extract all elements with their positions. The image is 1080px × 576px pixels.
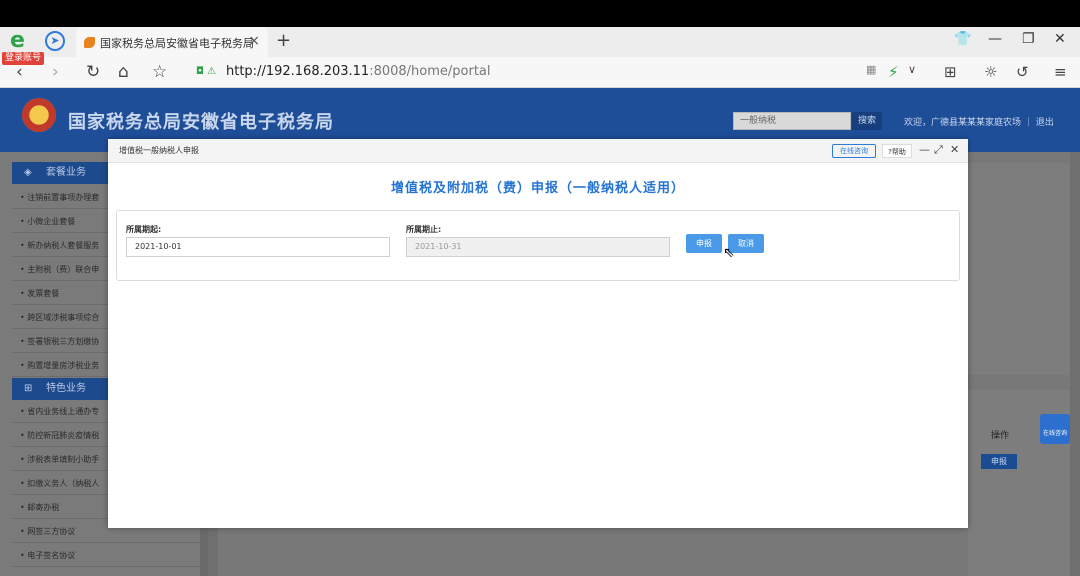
- navigation-icon[interactable]: ➤: [45, 31, 65, 51]
- background-panel: [968, 163, 1070, 375]
- sidebar-item-label: 发票套餐: [27, 289, 60, 298]
- os-top-strip: [0, 0, 1080, 27]
- modal-heading: 增值税及附加税（费）申报（一般纳税人适用）: [390, 181, 685, 196]
- online-consult-button[interactable]: 在线咨询: [832, 144, 876, 158]
- sidebar-item-label: 省内业务线上通办专: [27, 407, 100, 416]
- help-button[interactable]: ?帮助: [882, 144, 912, 158]
- tab-close-icon[interactable]: ×: [248, 33, 260, 49]
- sidebar-item-label: 注销前置事项办理套: [27, 193, 100, 202]
- browser-addressbar: ‹ › ↻ ⌂ ☆ ◘ ⚠ http://192.168.203.11:8008…: [0, 57, 1080, 88]
- sidebar-item-label: 小微企业套餐: [27, 217, 76, 226]
- layers-icon: ◈: [24, 167, 32, 178]
- mouse-cursor-icon: ⇖: [723, 245, 735, 261]
- modal-close-icon[interactable]: ✕: [950, 143, 959, 156]
- url-path: :8008/home/portal: [369, 64, 491, 79]
- sidebar-item-label: 邮寄办税: [27, 503, 60, 512]
- apps-grid-icon[interactable]: ⊞: [944, 63, 957, 81]
- menu-icon[interactable]: ≡: [1054, 63, 1067, 81]
- grid-icon: ⊞: [24, 383, 33, 394]
- brightness-icon[interactable]: ☼: [984, 63, 997, 81]
- period-start-label: 所属期起:: [126, 225, 162, 234]
- modal-title: 增值税一般纳税人申报: [119, 146, 199, 155]
- float-service-label: 在线咨询: [1042, 430, 1067, 437]
- reload-icon[interactable]: ↻: [86, 62, 100, 82]
- minimize-icon[interactable]: —: [988, 31, 1002, 47]
- sidebar-item-label: 主附税（费）联合申: [27, 265, 100, 274]
- sidebar-item-label: 扣缴义务人（纳税人: [27, 479, 100, 488]
- period-form-card: 所属期起: 2021-10-01 所属期止: 2021-10-31 申报 取消: [116, 210, 960, 281]
- forward-icon[interactable]: ›: [52, 62, 59, 82]
- login-badge[interactable]: 登录账号: [2, 52, 45, 65]
- sidebar-group-label: 套餐业务: [46, 167, 86, 178]
- new-tab-icon[interactable]: +: [276, 30, 291, 51]
- security-status-icon[interactable]: ◘ ⚠: [196, 66, 216, 77]
- sidebar-item-label: 网签三方协议: [27, 527, 76, 536]
- sidebar-item-label: 新办纳税人套餐服务: [27, 241, 100, 250]
- shirt-skin-icon[interactable]: 👕: [954, 31, 971, 47]
- restore-icon[interactable]: ❐: [1022, 31, 1035, 47]
- declare-button[interactable]: 申报: [686, 234, 722, 253]
- site-title: 国家税务总局安徽省电子税务局: [68, 112, 334, 133]
- qr-code-icon[interactable]: ▦: [866, 63, 876, 76]
- online-consult-label: 在线咨询: [840, 147, 868, 155]
- modal-titlebar[interactable]: 增值税一般纳税人申报 在线咨询 ?帮助 — ⤢ ✕: [108, 139, 968, 163]
- lightning-icon[interactable]: ⚡: [888, 63, 899, 81]
- sidebar-item-label: 购置增量房涉税业务: [27, 361, 100, 370]
- modal-minimize-icon[interactable]: —: [919, 143, 930, 156]
- close-window-icon[interactable]: ✕: [1054, 31, 1066, 47]
- sidebar-item-label: 签署银税三方划缴协: [27, 337, 100, 346]
- header-search-button[interactable]: 搜索: [852, 112, 882, 130]
- sidebar-item-label: 跨区域涉税事项综合: [27, 313, 100, 322]
- float-online-service-button[interactable]: 在线咨询: [1040, 414, 1070, 444]
- modal-maximize-icon[interactable]: ⤢: [934, 143, 943, 157]
- bookmark-star-icon[interactable]: ☆: [152, 62, 167, 82]
- chevron-down-icon[interactable]: ∨: [908, 63, 916, 76]
- sidebar-item-label: 涉税表单填制小助手: [27, 455, 100, 464]
- table-header-operation: 操作: [991, 431, 1010, 441]
- home-icon[interactable]: ⌂: [118, 62, 129, 82]
- background-declare-button[interactable]: 申报: [981, 454, 1017, 469]
- period-start-input[interactable]: 2021-10-01: [126, 237, 390, 257]
- header-search-input[interactable]: 一般纳税: [733, 112, 851, 130]
- browser-logo-icon[interactable]: e: [10, 30, 32, 52]
- sidebar-item-label: 电子签名协议: [27, 551, 76, 560]
- undo-icon[interactable]: ↺: [1016, 63, 1029, 81]
- tax-emblem-icon: [22, 98, 56, 132]
- back-icon[interactable]: ‹: [16, 62, 23, 82]
- tab-title: 国家税务总局安徽省电子税务局: [100, 37, 254, 50]
- sidebar-item-label: 防控新冠肺炎疫情税: [27, 431, 100, 440]
- sidebar-group-label: 特色业务: [46, 383, 86, 394]
- browser-tabbar: e 登录账号 ➤ 国家税务总局安徽省电子税务局 × + 👕 — ❐ ✕: [0, 27, 1080, 65]
- period-end-input[interactable]: 2021-10-31: [406, 237, 670, 257]
- period-end-label: 所属期止:: [406, 225, 442, 234]
- url-host: http://192.168.203.11: [226, 64, 370, 79]
- address-url[interactable]: http://192.168.203.11:8008/home/portal: [226, 64, 491, 79]
- welcome-text[interactable]: 欢迎，广德县某某某家庭农场 ｜ 退出: [904, 115, 1054, 128]
- declaration-modal: 增值税一般纳税人申报 在线咨询 ?帮助 — ⤢ ✕ 增值税及附加税（费）申报（一…: [108, 139, 968, 528]
- site-favicon-icon: [84, 37, 95, 48]
- sidebar-item[interactable]: • 电子签名协议: [12, 544, 200, 567]
- browser-tab-active[interactable]: 国家税务总局安徽省电子税务局 ×: [76, 27, 268, 57]
